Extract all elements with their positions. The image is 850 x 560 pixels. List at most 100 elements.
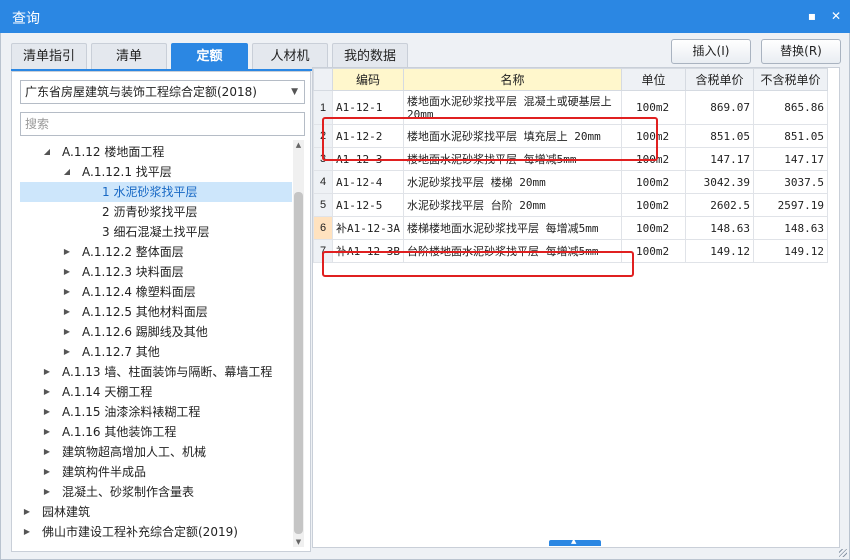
expanded-arrow-icon[interactable]: ◢ — [62, 162, 72, 182]
row-code: 补A1-12-3A — [332, 216, 404, 240]
window-title: 查询 — [12, 11, 40, 27]
tree-item[interactable]: 3 细石混凝土找平层 — [20, 222, 292, 242]
table-header: 编码 名称 单位 含税单价 不含税单价 — [313, 68, 828, 91]
collapsed-arrow-icon[interactable]: ▶ — [62, 242, 72, 262]
quota-tree: ◢ A.1.12 楼地面工程 ◢ A.1.12.1 找平层 1 水泥砂浆找平层 … — [20, 140, 292, 545]
row-price-notax: 3037.5 — [752, 170, 828, 194]
collapsed-arrow-icon[interactable]: ▶ — [62, 302, 72, 322]
row-price-tax: 147.17 — [684, 147, 754, 171]
title-bar: 查询 ▪ ✕ — [0, 0, 850, 33]
tree-item[interactable]: ▶ A.1.12.4 橡塑料面层 — [20, 282, 292, 302]
row-index: 4 — [313, 170, 333, 194]
table-row-selected[interactable]: 6 补A1-12-3A 楼梯楼地面水泥砂浆找平层 每增减5mm 100m2 14… — [313, 216, 828, 240]
row-price-notax: 851.05 — [752, 124, 828, 148]
row-name: 水泥砂浆找平层 楼梯 20mm — [402, 170, 622, 194]
table-row[interactable]: 4 A1-12-4 水泥砂浆找平层 楼梯 20mm 100m2 3042.39 … — [313, 170, 828, 194]
row-price-notax: 147.17 — [752, 147, 828, 171]
tree-item[interactable]: ▶ 建筑物超高增加人工、机械 — [20, 442, 292, 462]
row-code: A1-12-5 — [332, 193, 404, 217]
row-unit: 100m2 — [620, 170, 686, 194]
row-price-notax: 149.12 — [752, 239, 828, 263]
tree-item[interactable]: ▶ 建筑构件半成品 — [20, 462, 292, 482]
tree-item[interactable]: ▶ A.1.15 油漆涂料裱糊工程 — [20, 402, 292, 422]
row-price-notax: 865.86 — [752, 90, 828, 125]
scrollbar-thumb[interactable] — [294, 192, 303, 534]
column-header-price-notax[interactable]: 不含税单价 — [752, 68, 828, 91]
quota-tree-panel: 广东省房屋建筑与装饰工程综合定额(2018) ▼ 搜索 ◢ A.1.12 楼地面… — [11, 71, 311, 552]
tree-item[interactable]: ▶ A.1.12.5 其他材料面层 — [20, 302, 292, 322]
collapsed-arrow-icon[interactable]: ▶ — [62, 262, 72, 282]
quota-library-value: 广东省房屋建筑与装饰工程综合定额(2018) — [25, 85, 257, 99]
tree-item[interactable]: ▶ 混凝土、砂浆制作含量表 — [20, 482, 292, 502]
query-dialog: 清单指引 清单 定额 人材机 我的数据 插入(I) 替换(R) 广东省房屋建筑与… — [0, 33, 850, 560]
row-index: 6 — [313, 216, 333, 240]
quota-library-select[interactable]: 广东省房屋建筑与装饰工程综合定额(2018) ▼ — [20, 80, 305, 104]
tree-item[interactable]: ▶ A.1.12.3 块料面层 — [20, 262, 292, 282]
collapsed-arrow-icon[interactable]: ▶ — [62, 282, 72, 302]
row-price-tax: 869.07 — [684, 90, 754, 125]
panel-expand-handle[interactable]: ▲ — [549, 537, 601, 546]
tab-my-data[interactable]: 我的数据 — [332, 43, 408, 69]
collapsed-arrow-icon[interactable]: ▶ — [22, 522, 32, 542]
tab-labor-material-machine[interactable]: 人材机 — [252, 43, 328, 69]
column-header-unit[interactable]: 单位 — [620, 68, 686, 91]
collapsed-arrow-icon[interactable]: ▶ — [42, 482, 52, 502]
tree-item[interactable]: 2 沥青砂浆找平层 — [20, 202, 292, 222]
row-unit: 100m2 — [620, 216, 686, 240]
column-header-name[interactable]: 名称 — [402, 68, 622, 91]
tree-item[interactable]: ▶ A.1.12.2 整体面层 — [20, 242, 292, 262]
search-input[interactable]: 搜索 — [20, 112, 305, 136]
column-header-index — [313, 68, 333, 91]
tab-list-guide[interactable]: 清单指引 — [11, 43, 87, 69]
row-name: 楼梯楼地面水泥砂浆找平层 每增减5mm — [402, 216, 622, 240]
tab-list[interactable]: 清单 — [91, 43, 167, 69]
scroll-up-icon[interactable]: ▲ — [293, 140, 304, 150]
row-price-tax: 2602.5 — [684, 193, 754, 217]
collapsed-arrow-icon[interactable]: ▶ — [62, 322, 72, 342]
row-name: 水泥砂浆找平层 台阶 20mm — [402, 193, 622, 217]
tree-item[interactable]: ◢ A.1.12.1 找平层 — [20, 162, 292, 182]
quota-table: 编码 名称 单位 含税单价 不含税单价 1 A1-12-1 楼地面水泥砂浆找平层… — [313, 68, 828, 263]
row-price-tax: 3042.39 — [684, 170, 754, 194]
row-price-notax: 148.63 — [752, 216, 828, 240]
collapsed-arrow-icon[interactable]: ▶ — [42, 382, 52, 402]
row-price-tax: 149.12 — [684, 239, 754, 263]
collapsed-arrow-icon[interactable]: ▶ — [22, 502, 32, 522]
column-header-price-tax[interactable]: 含税单价 — [684, 68, 754, 91]
collapsed-arrow-icon[interactable]: ▶ — [62, 342, 72, 362]
column-header-code[interactable]: 编码 — [332, 68, 404, 91]
row-price-tax: 851.05 — [684, 124, 754, 148]
collapsed-arrow-icon[interactable]: ▶ — [42, 462, 52, 482]
minimize-icon[interactable]: ▪ — [804, 8, 820, 24]
expanded-arrow-icon[interactable]: ◢ — [42, 142, 52, 162]
replace-button[interactable]: 替换(R) — [761, 39, 841, 64]
tree-scrollbar[interactable]: ▲ ▼ — [293, 140, 304, 547]
chevron-up-icon[interactable]: ▲ — [571, 537, 576, 545]
resize-grip-icon[interactable] — [839, 549, 847, 557]
scroll-down-icon[interactable]: ▼ — [293, 537, 304, 547]
tree-item[interactable]: ▶ A.1.12.6 踢脚线及其他 — [20, 322, 292, 342]
chevron-down-icon[interactable]: ▼ — [291, 81, 298, 103]
search-placeholder: 搜索 — [25, 117, 50, 131]
collapsed-arrow-icon[interactable]: ▶ — [42, 422, 52, 442]
tree-item[interactable]: ▶ A.1.13 墙、柱面装饰与隔断、幕墙工程 — [20, 362, 292, 382]
collapsed-arrow-icon[interactable]: ▶ — [42, 402, 52, 422]
insert-button[interactable]: 插入(I) — [671, 39, 751, 64]
tree-item[interactable]: ▶ 佛山市建设工程补充综合定额(2019) — [20, 522, 292, 542]
annotation-box — [322, 251, 634, 277]
close-icon[interactable]: ✕ — [828, 8, 844, 24]
tree-item[interactable]: ◢ A.1.12 楼地面工程 — [20, 142, 292, 162]
collapsed-arrow-icon[interactable]: ▶ — [42, 362, 52, 382]
tree-item[interactable]: ▶ A.1.16 其他装饰工程 — [20, 422, 292, 442]
table-row[interactable]: 5 A1-12-5 水泥砂浆找平层 台阶 20mm 100m2 2602.5 2… — [313, 193, 828, 217]
tree-item-selected[interactable]: 1 水泥砂浆找平层 — [20, 182, 292, 202]
annotation-box — [322, 117, 658, 161]
tree-item[interactable]: ▶ A.1.14 天棚工程 — [20, 382, 292, 402]
quota-table-panel: 编码 名称 单位 含税单价 不含税单价 1 A1-12-1 楼地面水泥砂浆找平层… — [312, 67, 840, 548]
row-code: A1-12-4 — [332, 170, 404, 194]
tree-item[interactable]: ▶ A.1.12.7 其他 — [20, 342, 292, 362]
collapsed-arrow-icon[interactable]: ▶ — [42, 442, 52, 462]
tab-quota[interactable]: 定额 — [171, 43, 248, 69]
row-price-notax: 2597.19 — [752, 193, 828, 217]
tree-item[interactable]: ▶ 园林建筑 — [20, 502, 292, 522]
